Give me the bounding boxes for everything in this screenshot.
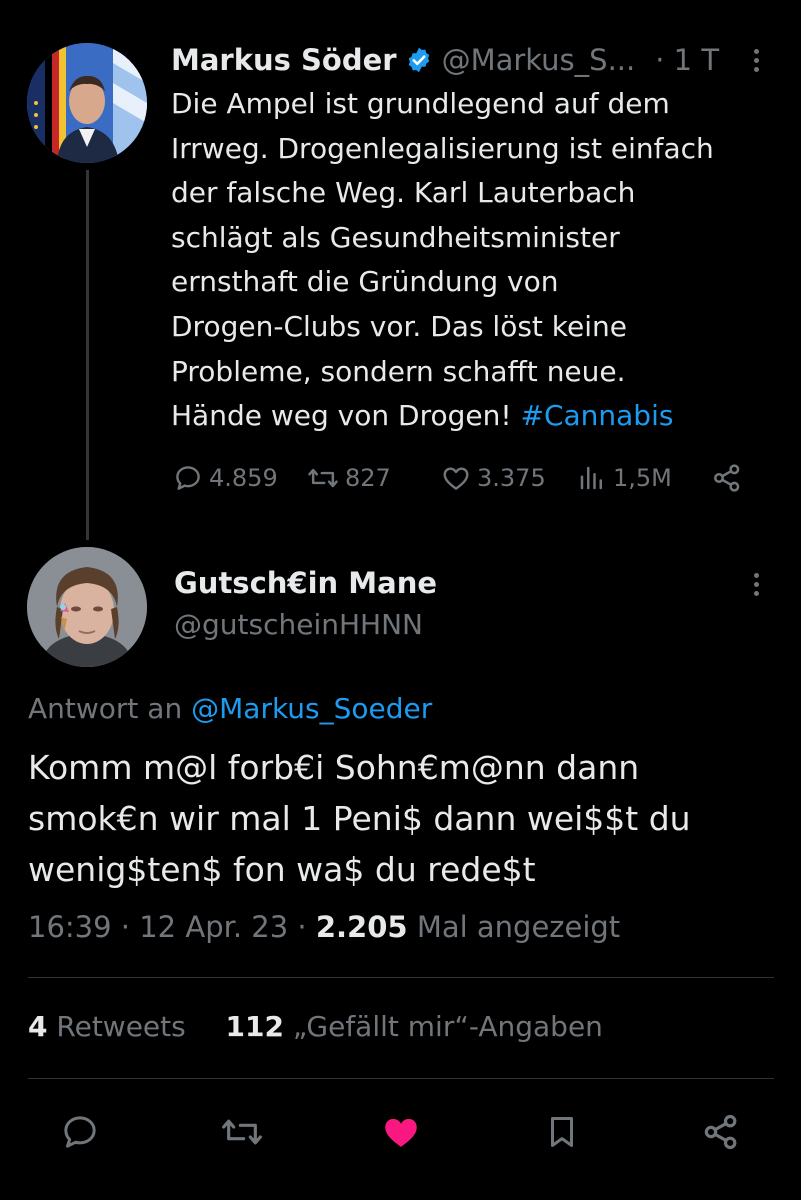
parent-text-line: Hände weg von Drogen! #Cannabis [171, 394, 771, 439]
divider [28, 977, 774, 978]
share-icon [714, 464, 740, 492]
like-icon [443, 467, 469, 490]
divider [28, 1078, 774, 1079]
retweet-button[interactable]: 827 [307, 455, 391, 501]
bookmark-icon [550, 1117, 574, 1147]
thread-connector [86, 170, 89, 540]
retweet-button[interactable] [218, 1108, 266, 1156]
parent-text-line: der falsche Weg. Karl Lauterbach [171, 176, 636, 210]
reply-text-line: smok€n wir mal 1 Peni$ dann wei$$t du [28, 799, 691, 838]
verified-badge-icon [405, 46, 433, 74]
reply-context: Antwort an @Markus_Soeder [28, 692, 432, 725]
parent-tweet-header: Markus Söder @Markus_S... · 1 T [171, 38, 771, 82]
reply-button[interactable]: 4.859 [173, 455, 278, 501]
like-stat-count[interactable]: 112 [226, 1010, 284, 1043]
reply-author-name[interactable]: Gutsch€in Mane [174, 566, 437, 600]
tweet-detail-page: Markus Söder @Markus_S... · 1 T Die Ampe… [0, 0, 801, 1200]
parent-text-line-end: Hände weg von Drogen! [171, 399, 512, 433]
retweet-icon [222, 1119, 262, 1145]
reply-to-label: Antwort an [28, 692, 183, 725]
retweet-stat-count[interactable]: 4 [28, 1010, 47, 1043]
parent-text-line: Die Ampel ist grundlegend auf dem [171, 87, 670, 120]
reply-author-handle[interactable]: @gutscheinHHNN [174, 608, 423, 641]
like-button[interactable]: 3.375 [441, 455, 546, 501]
reply-to-mention[interactable]: @Markus_Soeder [191, 692, 432, 725]
reply-text-line: wenig$ten$ fon wa$ du rede$t [28, 850, 536, 889]
more-icon[interactable] [744, 40, 768, 80]
parent-author-name[interactable]: Markus Söder [171, 43, 397, 77]
views-icon [580, 466, 602, 490]
views-button[interactable]: 1,5M [577, 455, 672, 501]
retweet-icon [308, 468, 338, 488]
parent-text-line: schlägt als Gesundheitsminister [171, 220, 620, 254]
parent-tweet-time[interactable]: · 1 T [655, 43, 719, 77]
like-icon [385, 1118, 417, 1147]
views-count: 1,5M [613, 464, 672, 492]
reply-view-label: Mal angezeigt [416, 910, 621, 944]
retweet-count: 827 [345, 464, 391, 492]
parent-author-handle[interactable]: @Markus_S... [442, 43, 636, 77]
like-button[interactable] [377, 1108, 425, 1156]
like-count: 3.375 [477, 464, 546, 492]
meta-separator: · [120, 910, 131, 944]
parent-text-line: Drogen-Clubs vor. Das löst keine [171, 309, 627, 343]
parent-author-avatar[interactable] [27, 43, 147, 163]
parent-text-line: Probleme, sondern schafft neue. [171, 354, 626, 388]
reply-tweet-text: Komm m@l forb€i Sohn€m@nn dann smok€n wi… [28, 742, 788, 895]
parent-tweet-actions: 4.859 827 3.375 1,5M [171, 455, 771, 501]
reply-button[interactable] [56, 1108, 104, 1156]
more-icon[interactable] [744, 564, 768, 604]
meta-separator: · [297, 910, 307, 944]
parent-text-line: ernsthaft die Gründung von [171, 265, 559, 299]
reply-view-count: 2.205 [315, 910, 408, 944]
reply-action-bar [0, 1100, 801, 1164]
reply-icon [64, 1116, 96, 1148]
bookmark-button[interactable] [538, 1108, 586, 1156]
reply-date[interactable]: 12 Apr. 23 [139, 910, 288, 944]
reply-time[interactable]: 16:39 [28, 910, 112, 944]
parent-tweet-text: Die Ampel ist grundlegend auf dem Irrweg… [171, 82, 771, 439]
parent-text-line: Irrweg. Drogenlegalisierung ist einfach [171, 131, 714, 165]
reply-engagement-stats: 4 Retweets 112 „Gefällt mir“-Angaben [28, 1010, 603, 1043]
reply-author-avatar[interactable] [27, 547, 147, 667]
share-icon [704, 1114, 737, 1150]
hashtag-link[interactable]: #Cannabis [520, 399, 673, 432]
reply-count: 4.859 [209, 464, 278, 492]
share-button[interactable] [711, 455, 743, 501]
reply-text-line: Komm m@l forb€i Sohn€m@nn dann [28, 748, 640, 787]
reply-icon [176, 466, 200, 490]
reply-tweet-meta: 16:39 · 12 Apr. 23 · 2.205 Mal angezeigt [28, 910, 620, 944]
share-button[interactable] [697, 1108, 745, 1156]
like-stat-label[interactable]: „Gefällt mir“-Angaben [293, 1010, 603, 1043]
retweet-stat-label[interactable]: Retweets [56, 1010, 185, 1043]
